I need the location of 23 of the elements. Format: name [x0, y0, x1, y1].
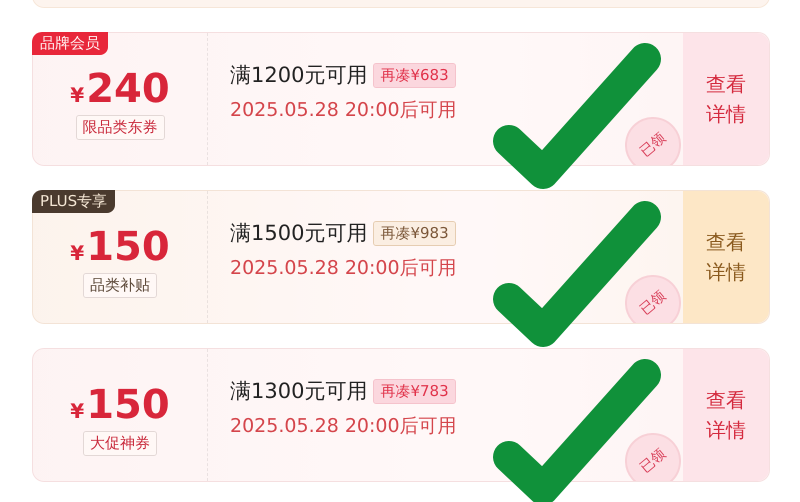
coupon-amount: 240 — [86, 68, 170, 108]
remaining-amount-tag: 再凑¥783 — [373, 378, 456, 404]
coupon-scope: 限品类东券 — [76, 114, 164, 140]
claimed-stamp: 已领 — [625, 117, 681, 165]
coupon-scope: 品类补贴 — [83, 272, 157, 298]
currency-symbol: ¥ — [70, 398, 84, 422]
valid-from-text: 2025.05.28 20:00后可用 — [230, 414, 458, 439]
remaining-amount-tag: 再凑¥983 — [373, 220, 456, 246]
coupon-amount: 150 — [86, 384, 170, 424]
claimed-stamp: 已领 — [625, 275, 681, 323]
coupon-condition: 满1200元可用 — [230, 62, 368, 89]
claimed-stamp: 已领 — [625, 433, 681, 481]
currency-symbol: ¥ — [70, 82, 84, 106]
valid-from-text: 2025.05.28 20:00后可用 — [230, 256, 458, 281]
coupon-badge: PLUS专享 — [32, 190, 116, 213]
remaining-amount-tag: 再凑¥683 — [373, 62, 456, 88]
coupon-condition: 满1300元可用 — [230, 378, 368, 405]
coupon-badge: 品牌会员 — [32, 32, 108, 55]
currency-symbol: ¥ — [70, 240, 84, 264]
coupon-amount: 150 — [86, 226, 170, 266]
coupon-condition: 满1500元可用 — [230, 220, 368, 247]
valid-from-text: 2025.05.28 20:00后可用 — [230, 98, 458, 123]
coupon-scope: 大促神券 — [83, 430, 157, 456]
